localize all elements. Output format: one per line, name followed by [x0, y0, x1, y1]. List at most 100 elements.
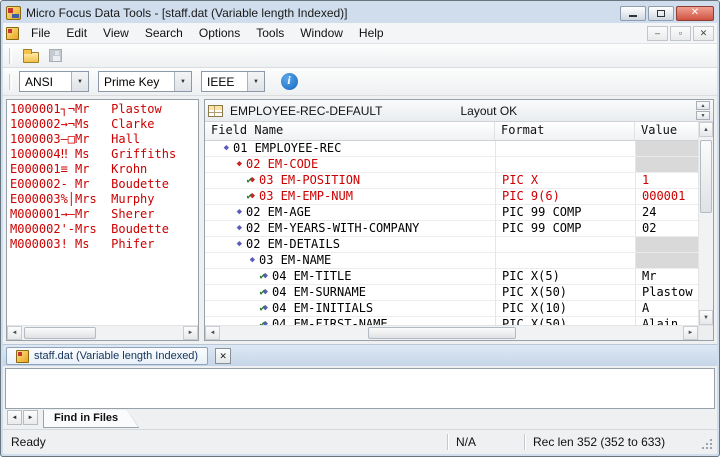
- scrollbar-track[interactable]: [22, 326, 183, 340]
- column-header-value[interactable]: Value: [635, 122, 698, 140]
- scroll-left-icon[interactable]: ◄: [7, 326, 22, 340]
- mdi-document-icon[interactable]: [6, 27, 19, 40]
- record-line[interactable]: E000002- Mr Boudette: [10, 177, 198, 192]
- record-line[interactable]: M000003! Ms Phifer: [10, 237, 198, 252]
- spin-up-icon[interactable]: ▲: [696, 101, 710, 110]
- field-value[interactable]: A: [635, 301, 698, 316]
- resize-grip[interactable]: [702, 439, 714, 451]
- layout-grid-row[interactable]: ✔◆04 EM-INITIALSPIC X(10)A: [205, 301, 698, 317]
- layout-grid-row[interactable]: ✔◆04 EM-TITLEPIC X(5)Mr: [205, 269, 698, 285]
- column-header-field-name[interactable]: Field Name: [205, 122, 495, 140]
- scroll-down-icon[interactable]: ▼: [699, 310, 713, 325]
- chevron-down-icon[interactable]: ▼: [247, 72, 264, 91]
- records-horizontal-scrollbar[interactable]: ◄ ►: [7, 325, 198, 340]
- check-icon: ✔: [260, 317, 266, 325]
- field-value[interactable]: 1: [635, 173, 698, 188]
- field-value[interactable]: Alain: [635, 317, 698, 325]
- layout-grid-row[interactable]: ◆02 EM-DETAILS: [205, 237, 698, 253]
- field-diamond-icon: ◆: [237, 221, 242, 236]
- field-value[interactable]: [635, 157, 698, 172]
- field-name: 02 EM-YEARS-WITH-COMPANY: [246, 221, 419, 236]
- info-button[interactable]: i: [278, 71, 300, 93]
- scrollbar-track[interactable]: [220, 326, 683, 340]
- field-value[interactable]: [635, 237, 698, 252]
- scroll-left-icon[interactable]: ◄: [205, 326, 220, 340]
- toolbar-grip[interactable]: [9, 74, 12, 90]
- maximize-button[interactable]: [648, 6, 674, 21]
- tab-label: staff.dat (Variable length Indexed): [34, 350, 198, 362]
- field-name: 02 EM-AGE: [246, 205, 311, 220]
- spin-down-icon[interactable]: ▼: [696, 111, 710, 120]
- open-button[interactable]: [19, 45, 43, 66]
- layout-grid-row[interactable]: ✔◆03 EM-POSITIONPIC X1: [205, 173, 698, 189]
- scroll-right-icon[interactable]: ►: [683, 326, 698, 340]
- layout-grid-row[interactable]: ◆03 EM-NAME: [205, 253, 698, 269]
- close-button[interactable]: ✕: [676, 6, 714, 21]
- float-format-combobox[interactable]: IEEE ▼: [201, 71, 265, 92]
- record-line[interactable]: 1000004‼ Ms Griffiths: [10, 147, 198, 162]
- layout-grid-row[interactable]: ✔◆04 EM-SURNAMEPIC X(50)Plastow: [205, 285, 698, 301]
- toolbar-grip[interactable]: [9, 48, 12, 64]
- menu-item-edit[interactable]: Edit: [58, 24, 95, 42]
- field-value[interactable]: Mr: [635, 269, 698, 284]
- menu-item-help[interactable]: Help: [351, 24, 392, 42]
- field-value[interactable]: [635, 141, 698, 156]
- key-combobox[interactable]: Prime Key ▼: [98, 71, 192, 92]
- maximize-icon: [657, 10, 665, 17]
- layout-grid-row[interactable]: ◆02 EM-AGEPIC 99 COMP24: [205, 205, 698, 221]
- menu-item-window[interactable]: Window: [292, 24, 351, 42]
- column-header-format[interactable]: Format: [495, 122, 635, 140]
- scroll-right-icon[interactable]: ►: [183, 326, 198, 340]
- scroll-up-icon[interactable]: ▲: [699, 122, 713, 137]
- field-value[interactable]: 24: [635, 205, 698, 220]
- record-line[interactable]: M000001→—Mr Sherer: [10, 207, 198, 222]
- layout-grid-row[interactable]: ◆02 EM-YEARS-WITH-COMPANYPIC 99 COMP02: [205, 221, 698, 237]
- tab-staff-dat[interactable]: staff.dat (Variable length Indexed): [6, 347, 208, 365]
- find-results-pane[interactable]: [5, 368, 715, 409]
- layout-grid-row[interactable]: ✔◆03 EM-EMP-NUMPIC 9(6)000001: [205, 189, 698, 205]
- record-line[interactable]: E000001≡ Mr Krohn: [10, 162, 198, 177]
- menu-item-view[interactable]: View: [95, 24, 137, 42]
- field-value[interactable]: 000001: [635, 189, 698, 204]
- mdi-restore-button[interactable]: ▫: [670, 26, 691, 41]
- scrollbar-thumb[interactable]: [24, 327, 96, 339]
- menu-item-file[interactable]: File: [23, 24, 58, 42]
- save-button[interactable]: [43, 45, 67, 66]
- record-line[interactable]: 1000002→¬Ms Clarke: [10, 117, 198, 132]
- field-format: [495, 141, 635, 156]
- field-value[interactable]: [635, 253, 698, 268]
- record-line[interactable]: 1000003—□Mr Hall: [10, 132, 198, 147]
- grid-vertical-scrollbar[interactable]: ▲ ▼: [698, 122, 713, 325]
- scroll-left-icon: ◄: [12, 415, 18, 421]
- record-line[interactable]: 1000001┐¬Mr Plastow: [10, 102, 198, 117]
- charset-combobox[interactable]: ANSI ▼: [19, 71, 89, 92]
- field-value[interactable]: Plastow: [635, 285, 698, 300]
- grid-horizontal-scrollbar[interactable]: ◄ ►: [205, 325, 698, 340]
- mdi-minimize-button[interactable]: –: [647, 26, 668, 41]
- scrollbar-thumb[interactable]: [368, 327, 516, 339]
- tab-scroll-left-button[interactable]: ◄: [7, 410, 22, 425]
- layout-grid-row[interactable]: ◆02 EM-CODE: [205, 157, 698, 173]
- menu-item-options[interactable]: Options: [191, 24, 248, 42]
- field-name: 03 EM-NAME: [259, 253, 331, 268]
- output-tab-bar: ◄ ► Find in Files: [5, 409, 715, 429]
- tab-find-in-files[interactable]: Find in Files: [43, 410, 139, 428]
- record-line[interactable]: M000002'-Mrs Boudette: [10, 222, 198, 237]
- tab-close-button[interactable]: ✕: [215, 348, 231, 364]
- menu-item-search[interactable]: Search: [137, 24, 191, 42]
- field-name: 02 EM-CODE: [246, 157, 318, 172]
- layout-grid-row[interactable]: ◆01 EMPLOYEE-REC: [205, 141, 698, 157]
- scrollbar-thumb[interactable]: [700, 140, 712, 213]
- scrollbar-track[interactable]: [699, 137, 713, 310]
- chevron-down-icon[interactable]: ▼: [174, 72, 191, 91]
- field-value[interactable]: 02: [635, 221, 698, 236]
- tab-scroll-right-button[interactable]: ►: [23, 410, 38, 425]
- minimize-button[interactable]: [620, 6, 646, 21]
- mdi-close-button[interactable]: ✕: [693, 26, 714, 41]
- menu-item-tools[interactable]: Tools: [248, 24, 292, 42]
- open-folder-icon: [23, 52, 39, 63]
- records-pane: 1000001┐¬Mr Plastow1000002→¬Ms Clarke100…: [6, 99, 199, 341]
- record-line[interactable]: E000003%│Mrs Murphy: [10, 192, 198, 207]
- chevron-down-icon[interactable]: ▼: [71, 72, 88, 91]
- layout-grid-row[interactable]: ✔◆04 EM-FIRST-NAMEPIC X(50)Alain: [205, 317, 698, 325]
